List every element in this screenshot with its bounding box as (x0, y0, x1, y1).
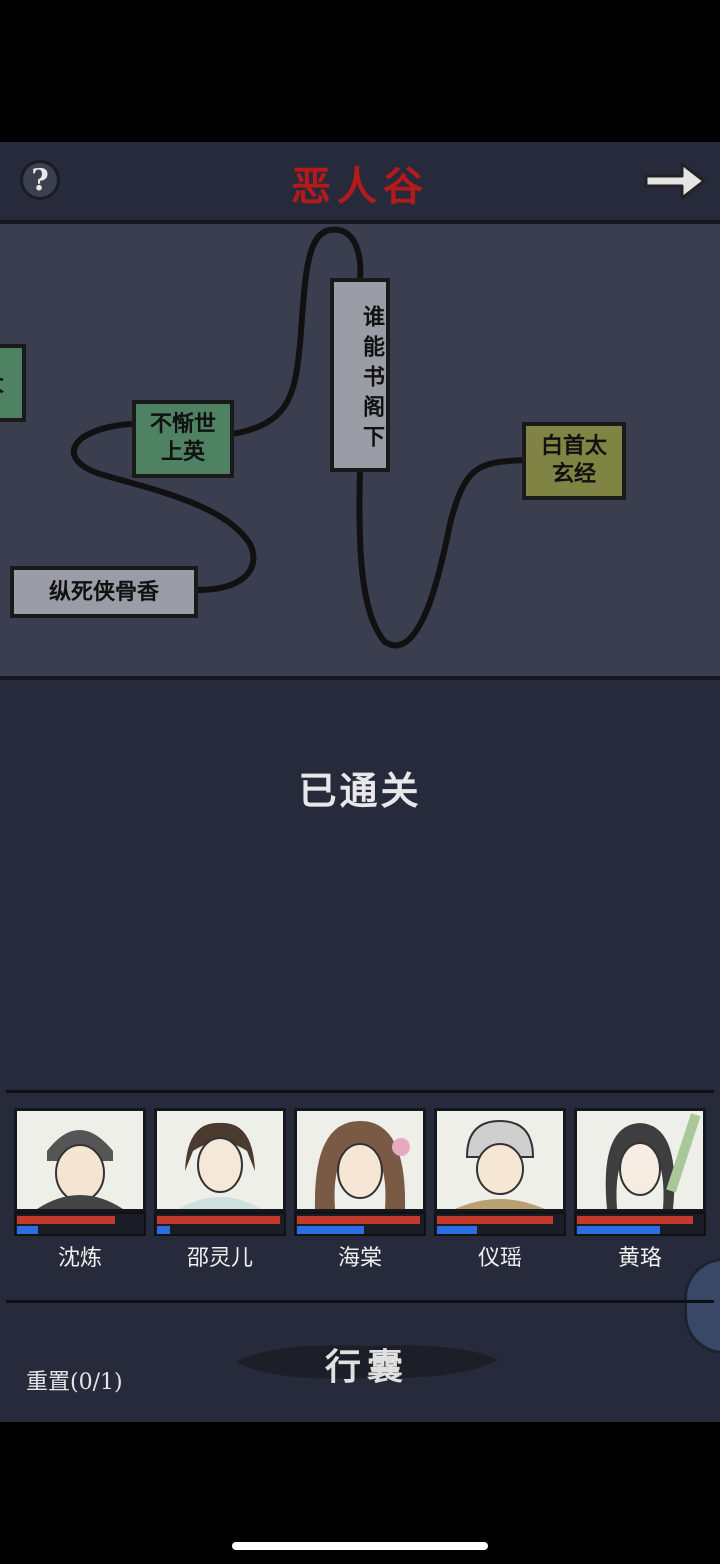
hp-bar (297, 1216, 420, 1224)
member-name: 海棠 (337, 1246, 382, 1271)
map-node-label: 大 (0, 370, 4, 398)
map-node-label-line1: 白首太 (540, 433, 607, 459)
member-name: 邵灵儿 (186, 1246, 253, 1271)
portrait-figure-icon (37, 1130, 123, 1209)
map-node-partial[interactable]: 大 (0, 344, 26, 422)
mp-bar (577, 1226, 660, 1234)
party-member[interactable]: 仪瑶 (434, 1108, 566, 1272)
map-node-label: 纵死侠骨香 (48, 579, 159, 605)
reset-button[interactable]: 重置(0/1) (26, 1364, 123, 1396)
avatar[interactable] (434, 1108, 566, 1212)
party-member[interactable]: 海棠 (294, 1108, 426, 1272)
member-name: 沈炼 (57, 1246, 102, 1271)
avatar[interactable] (574, 1108, 706, 1212)
member-stat-bars (294, 1212, 426, 1236)
map-node-label: 谁能书阁下 (359, 305, 385, 455)
map-node-buchan[interactable]: 不惭世 上英 (132, 400, 234, 478)
avatar[interactable] (154, 1108, 286, 1212)
map-node-baishou[interactable]: 白首太 玄经 (522, 422, 626, 500)
hp-bar (157, 1216, 280, 1224)
inventory-button[interactable]: 行囊 (232, 1332, 502, 1390)
party-member[interactable]: 沈炼 (14, 1108, 146, 1272)
mp-bar (437, 1226, 477, 1234)
divider-bottom (6, 1300, 714, 1303)
map-node-shuineng[interactable]: 谁能书阁下 (330, 278, 390, 472)
avatar[interactable] (294, 1108, 426, 1212)
portrait-figure-icon (179, 1122, 261, 1209)
portrait-figure-icon (455, 1119, 545, 1209)
inventory-label: 行囊 (324, 1346, 409, 1388)
member-name: 仪瑶 (477, 1246, 522, 1271)
hp-bar (17, 1216, 115, 1224)
hp-bar (437, 1216, 553, 1224)
page-title: 恶人谷 (291, 163, 429, 210)
map-node-label-line2: 玄经 (551, 461, 596, 487)
party-member[interactable]: 黄珞 (574, 1108, 706, 1272)
member-name: 黄珞 (617, 1246, 662, 1271)
mp-bar (17, 1226, 38, 1234)
side-emblem-button[interactable] (684, 1258, 720, 1354)
portrait-figure-icon (605, 1113, 701, 1209)
level-map: 大 不惭世 上英 谁能书阁下 白首太 玄经 纵死侠骨香 (0, 220, 720, 680)
divider-top (6, 1090, 714, 1093)
game-screen: ? 恶人谷 大 不惭世 上英 谁能书阁下 白首太 玄经 纵 (0, 142, 720, 1422)
member-stat-bars (14, 1212, 146, 1236)
level-status: 已通关 (298, 768, 422, 813)
top-bar: ? 恶人谷 (0, 142, 720, 218)
member-stat-bars (434, 1212, 566, 1236)
map-node-label-line1: 不惭世 (149, 411, 216, 437)
mp-bar (297, 1226, 364, 1234)
map-node-label-line2: 上英 (160, 439, 205, 465)
map-node-zongsi[interactable]: 纵死侠骨香 (10, 566, 198, 618)
home-indicator[interactable] (232, 1542, 488, 1550)
mp-bar (157, 1226, 170, 1234)
member-stat-bars (154, 1212, 286, 1236)
avatar[interactable] (14, 1108, 146, 1212)
arrow-right-icon[interactable] (642, 158, 708, 204)
hp-bar (577, 1216, 693, 1224)
party-panel: 沈炼 邵灵儿 海棠 仪瑶 黄珞 (14, 1108, 720, 1271)
member-stat-bars (574, 1212, 706, 1236)
party-member[interactable]: 邵灵儿 (154, 1108, 286, 1272)
portrait-figure-icon (314, 1121, 410, 1209)
